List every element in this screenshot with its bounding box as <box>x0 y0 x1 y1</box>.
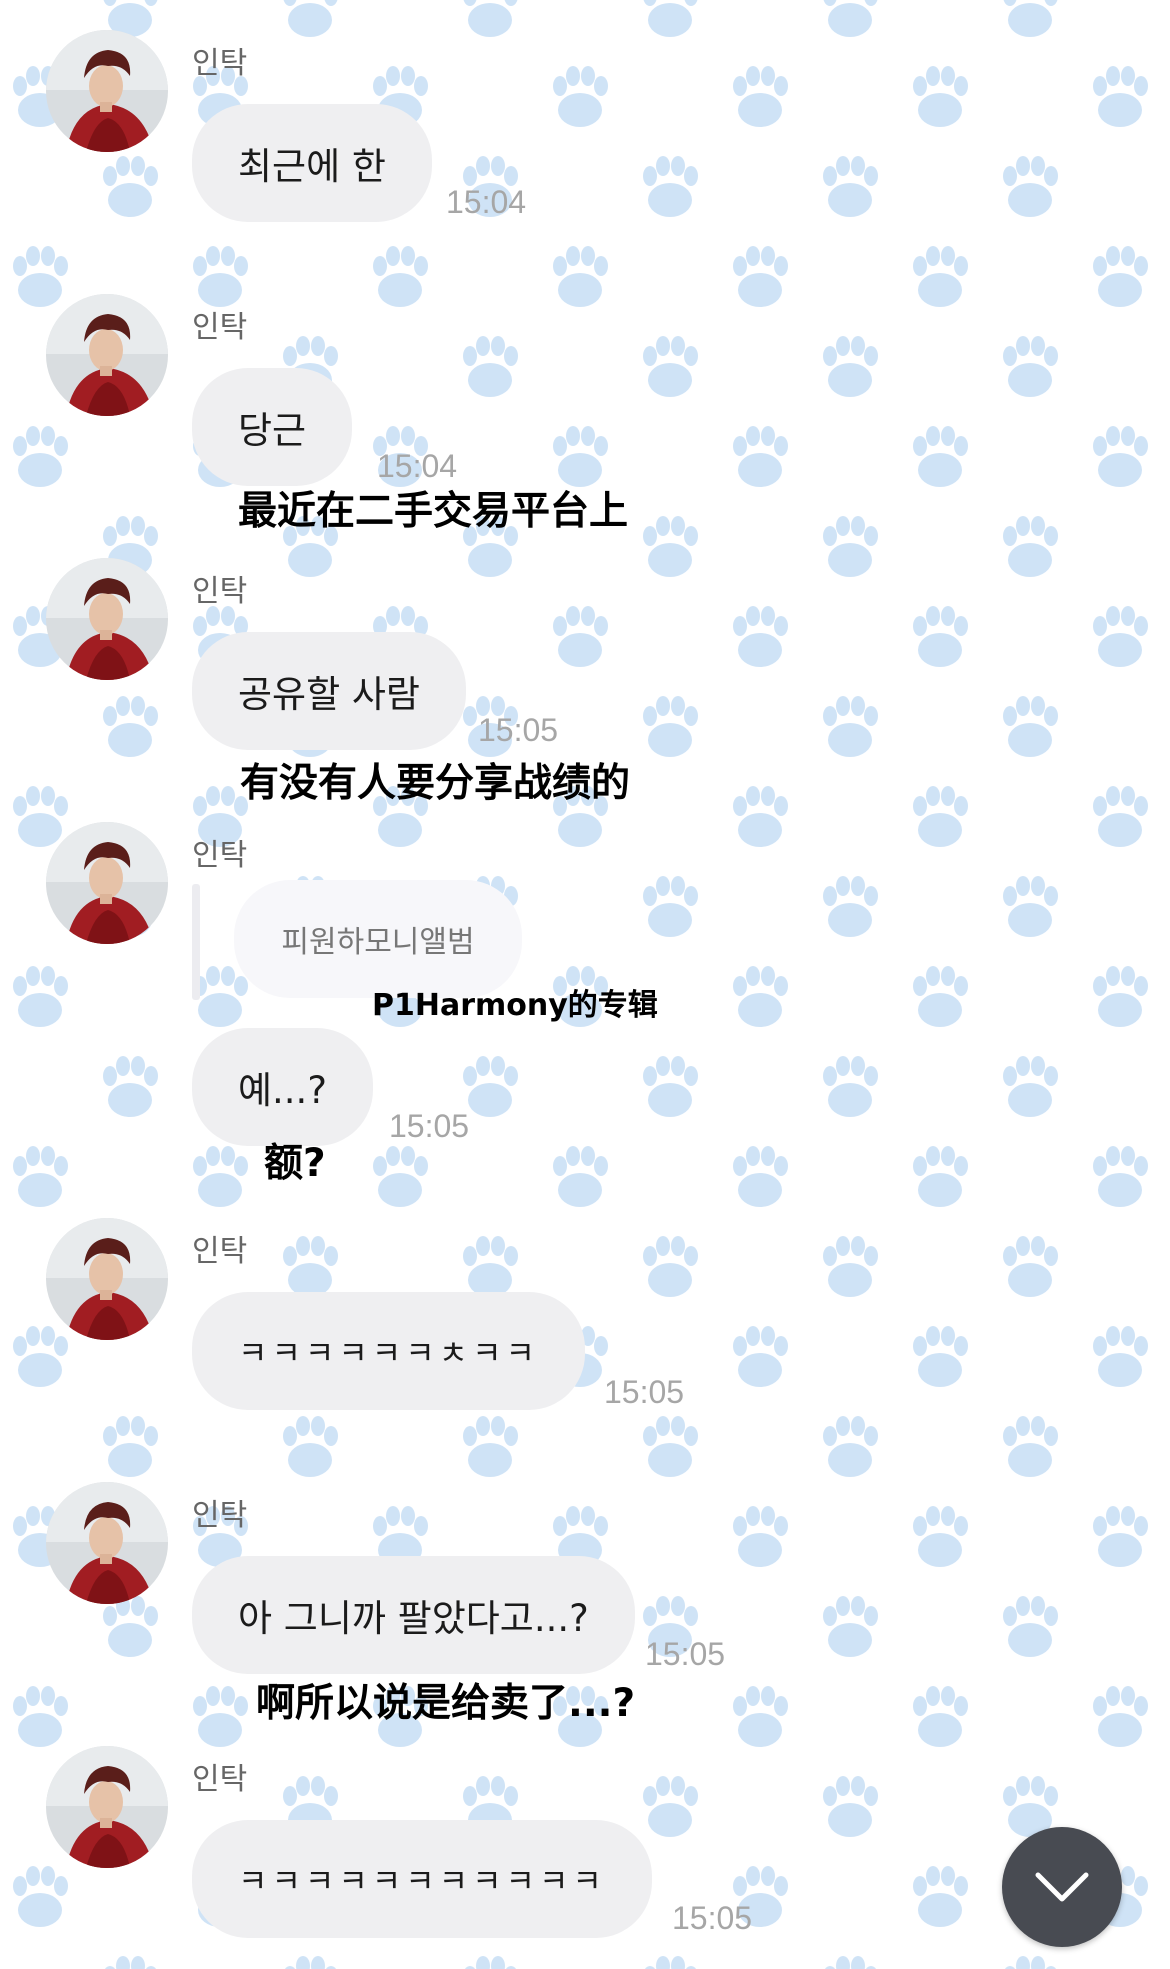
scroll-to-bottom-button[interactable] <box>1002 1827 1122 1947</box>
message-time: 15:05 <box>478 712 559 748</box>
sender-avatar[interactable] <box>46 558 168 680</box>
sender-avatar[interactable] <box>46 1482 168 1604</box>
profile-photo <box>46 558 168 680</box>
message-bubble[interactable]: ㅋㅋㅋㅋㅋㅋㅋㅋㅋㅋㅋ <box>192 1820 652 1938</box>
message-bubble[interactable]: 공유할 사람 <box>192 632 466 750</box>
sender-name: 인탁 <box>192 1762 248 1797</box>
reply-bar <box>192 884 200 1000</box>
message-bubble[interactable]: 예...? <box>192 1028 373 1146</box>
translation-caption: P1Harmony的专辑 <box>372 988 658 1023</box>
message-bubble[interactable]: 최근에 한 <box>192 104 432 222</box>
sender-name: 인탁 <box>192 310 248 345</box>
sender-avatar[interactable] <box>46 1218 168 1340</box>
profile-photo <box>46 30 168 152</box>
profile-photo <box>46 822 168 944</box>
profile-photo <box>46 1746 168 1868</box>
sender-name: 인탁 <box>192 574 248 609</box>
message-bubble[interactable]: 당근 <box>192 368 353 486</box>
sender-avatar[interactable] <box>46 822 168 944</box>
chevron-down-icon <box>1035 1872 1089 1902</box>
sender-name: 인탁 <box>192 46 248 81</box>
sender-avatar[interactable] <box>46 1746 168 1868</box>
message-time: 15:05 <box>645 1636 726 1672</box>
translation-caption: 啊所以说是给卖了...? <box>256 1681 636 1726</box>
profile-photo <box>46 1482 168 1604</box>
profile-photo <box>46 294 168 416</box>
translation-caption: 额? <box>264 1141 326 1186</box>
message-time: 15:05 <box>604 1374 685 1410</box>
sender-name: 인탁 <box>192 1234 248 1269</box>
translation-caption: 最近在二手交易平台上 <box>238 489 629 534</box>
sender-name: 인탁 <box>192 1498 248 1533</box>
message-time: 15:05 <box>389 1108 470 1144</box>
sender-name: 인탁 <box>192 838 248 873</box>
message-time: 15:05 <box>672 1900 753 1936</box>
sender-avatar[interactable] <box>46 294 168 416</box>
sender-avatar[interactable] <box>46 30 168 152</box>
translation-caption: 有没有人要分享战绩的 <box>240 761 631 806</box>
message-bubble[interactable]: 아 그니까 팔았다고...? <box>192 1556 635 1674</box>
profile-photo <box>46 1218 168 1340</box>
message-bubble[interactable]: ㅋㅋㅋㅋㅋㅋㅊㅋㅋ <box>192 1292 585 1410</box>
message-time: 15:04 <box>446 184 527 220</box>
